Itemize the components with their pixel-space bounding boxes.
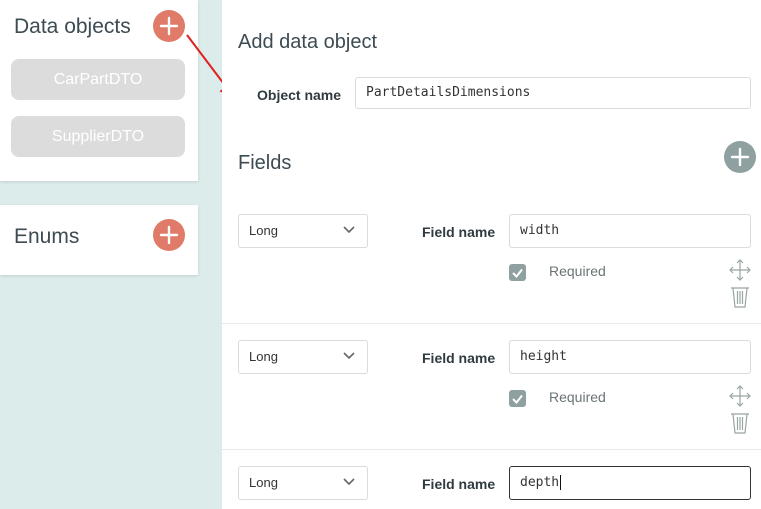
field-type-value: Long	[249, 349, 278, 364]
data-object-item-carpartdto[interactable]: CarPartDTO	[11, 59, 185, 100]
field-name-label: Field name	[422, 224, 496, 240]
object-name-input[interactable]: PartDetailsDimensions	[355, 77, 751, 109]
text-caret	[560, 475, 562, 490]
field-type-value: Long	[249, 475, 278, 490]
data-object-item-supplierdto[interactable]: SupplierDTO	[11, 116, 185, 157]
trash-icon[interactable]	[729, 285, 751, 314]
required-label: Required	[549, 263, 606, 279]
field-name-input[interactable]: height	[509, 340, 751, 374]
fields-title: Fields	[238, 152, 292, 174]
field-name-label: Field name	[422, 476, 496, 492]
enums-panel: Enums	[0, 205, 198, 275]
move-icon[interactable]	[729, 259, 751, 286]
required-label: Required	[549, 389, 606, 405]
field-divider	[222, 449, 761, 450]
chevron-down-icon	[343, 226, 355, 234]
field-name-input[interactable]: depth	[509, 466, 751, 500]
plus-icon	[730, 147, 750, 167]
checkmark-icon	[512, 268, 523, 279]
required-checkbox[interactable]	[509, 264, 526, 281]
data-objects-title: Data objects	[14, 15, 131, 38]
field-type-select[interactable]: Long	[238, 466, 368, 500]
required-checkbox[interactable]	[509, 390, 526, 407]
field-divider	[222, 323, 761, 324]
chevron-down-icon	[343, 478, 355, 486]
checkmark-icon	[512, 394, 523, 405]
enums-title: Enums	[14, 225, 80, 248]
field-type-select[interactable]: Long	[238, 214, 368, 248]
add-enum-button[interactable]	[153, 219, 185, 251]
move-icon[interactable]	[729, 385, 751, 412]
object-name-label: Object name	[257, 87, 342, 103]
chevron-down-icon	[343, 352, 355, 360]
trash-icon[interactable]	[729, 411, 751, 440]
field-name-value: depth	[520, 475, 560, 490]
field-type-value: Long	[249, 223, 278, 238]
field-name-label: Field name	[422, 350, 496, 366]
add-field-button[interactable]	[724, 141, 756, 173]
add-data-object-panel: Add data object Object name PartDetailsD…	[222, 0, 761, 509]
plus-icon	[159, 225, 179, 245]
data-objects-panel: Data objects CarPartDTO SupplierDTO	[0, 0, 198, 181]
field-type-select[interactable]: Long	[238, 340, 368, 374]
page-title: Add data object	[238, 31, 377, 53]
field-name-input[interactable]: width	[509, 214, 751, 248]
